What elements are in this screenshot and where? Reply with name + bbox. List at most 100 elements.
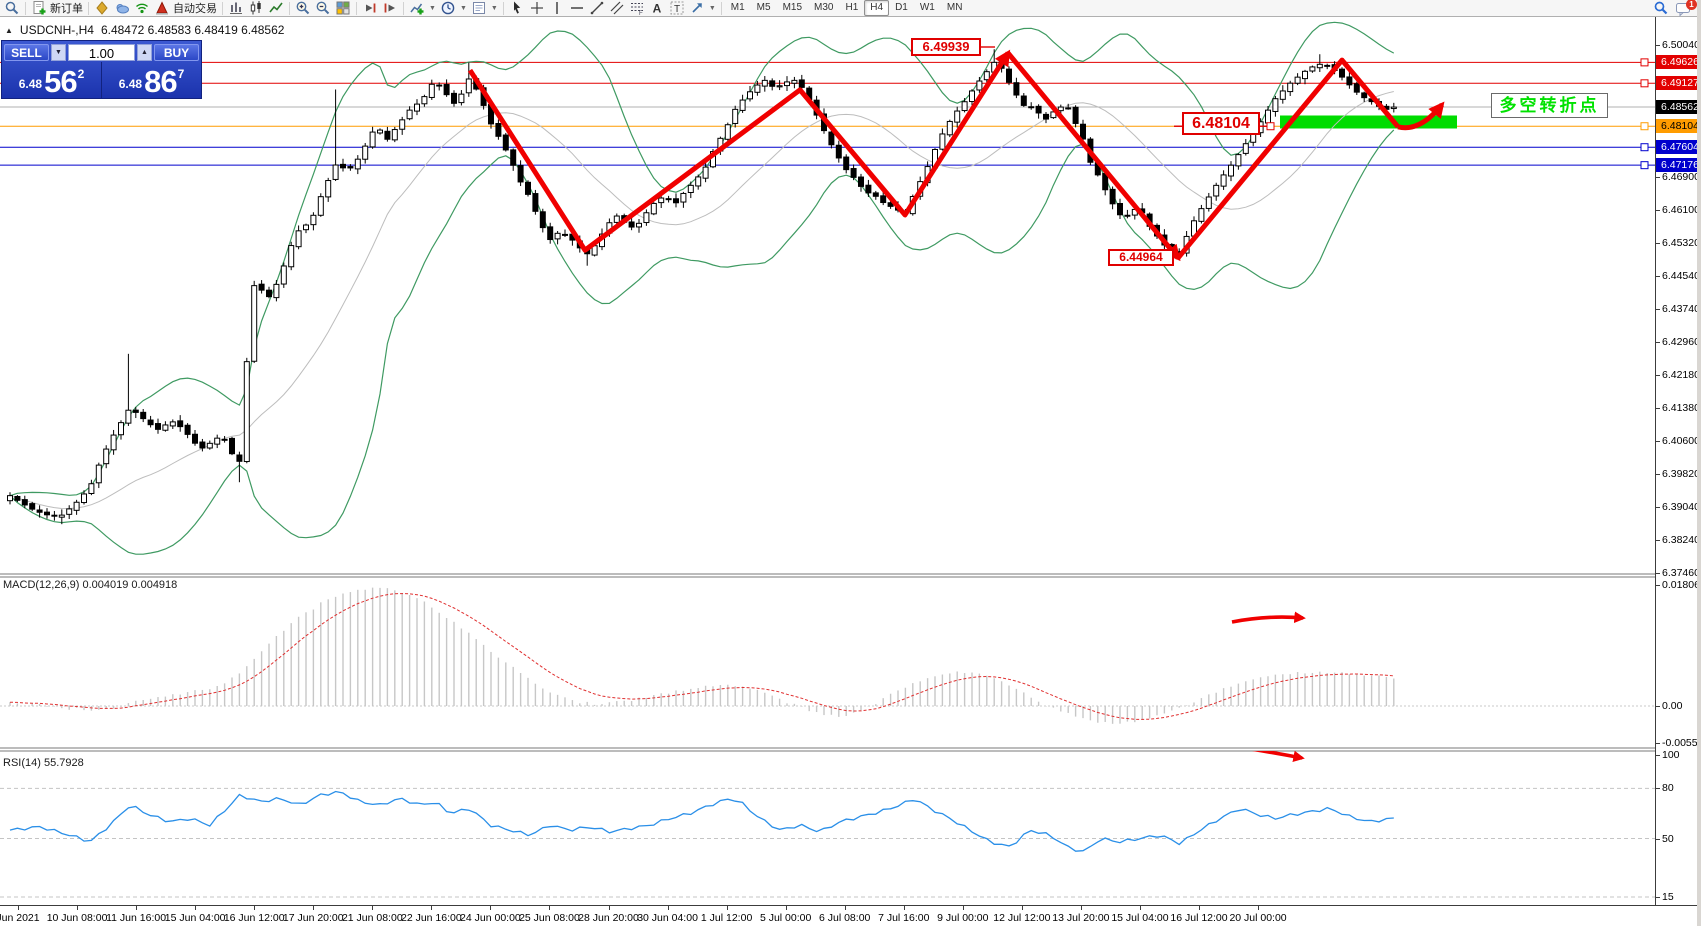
volume-decrease-button[interactable]: ▼ [51,44,66,61]
candle-chart-button[interactable] [246,1,266,16]
buy-button[interactable]: BUY [154,44,199,61]
macd-arrow-annotation[interactable] [1232,617,1303,622]
toolbar-separator [503,2,504,15]
time-tick-label: 9 Jul 00:00 [937,912,988,924]
line-chart-button[interactable] [266,1,286,16]
rsi-indicator-label: RSI(14) 55.7928 [3,757,84,769]
signals-button[interactable] [132,1,152,16]
price-tick-label: 6.46100 [1662,204,1700,216]
zoom-in-button[interactable] [293,1,313,16]
periods-button[interactable]: ▼ [438,1,469,16]
toolbar-separator [222,2,223,15]
axis-tick [254,906,255,910]
chart-shift-icon [382,0,398,16]
tile-windows-button[interactable] [333,1,353,16]
fibo-button[interactable]: F [627,1,647,16]
axis-tick [1656,585,1660,586]
timeframe-m30-button[interactable]: M30 [808,0,839,16]
text-button[interactable]: A [647,1,667,16]
cursor-button[interactable] [507,1,527,16]
collapse-icon[interactable]: ▲ [5,26,13,35]
buy-price[interactable]: 6.48 86 7 [101,62,201,98]
main-pane[interactable] [0,22,1655,554]
macd-tick-label: 0.01806 [1662,579,1700,591]
chevron-down-icon[interactable]: ▼ [460,5,467,12]
timeframe-d1-button[interactable]: D1 [889,0,914,16]
time-tick-label: 24 Jun 00:00 [460,912,521,924]
hline-button[interactable] [567,1,587,16]
chevron-down-icon[interactable]: ▼ [709,5,716,12]
buy-price-big: 86 [144,69,176,95]
highlight-button[interactable] [92,1,112,16]
axis-tick [609,906,610,910]
clock-icon [440,0,456,16]
low-price-label[interactable]: 6.44964 [1108,249,1174,266]
price-tick-label: 6.43740 [1662,303,1700,315]
timeframe-h4-button[interactable]: H4 [864,0,889,16]
chat-button[interactable]: 1 [1675,1,1695,16]
toolbar-right: 1 [1651,1,1699,16]
search-icon[interactable] [2,1,22,16]
chart-shift-button[interactable] [380,1,400,16]
crosshair-button[interactable] [527,1,547,16]
high-price-label[interactable]: 6.49939 [911,38,981,56]
indicators-button[interactable]: ▼ [407,1,438,16]
axis-tick [195,906,196,910]
macd-pane[interactable] [0,588,1655,724]
time-tick-label: 16 Jul 12:00 [1170,912,1227,924]
time-tick-label: 11 Jun 16:00 [106,912,166,924]
price-tick-label: 6.45320 [1662,237,1700,249]
bollinger-bands [10,22,1394,554]
chevron-down-icon[interactable]: ▼ [429,5,436,12]
price-tick-label: 6.42180 [1662,369,1700,381]
axis-tick [1656,540,1660,541]
auto-scroll-button[interactable] [360,1,380,16]
axis-tick [1656,276,1660,277]
vline-icon [549,0,565,16]
timeframe-h1-button[interactable]: H1 [839,0,864,16]
search-icon-button[interactable] [1651,1,1671,16]
blue-cloud-icon [114,0,130,16]
axis-tick [1656,573,1660,574]
zoom-out-button[interactable] [313,1,333,16]
timeframe-m5-button[interactable]: M5 [751,0,777,16]
turning-point-label[interactable]: 多空转折点 [1491,93,1608,118]
sell-button[interactable]: SELL [4,44,49,61]
autotrade-button[interactable]: 自动交易 [152,1,219,16]
axis-tick [1656,755,1660,756]
rsi-pane[interactable] [0,744,1655,897]
chart-area[interactable]: ▲ USDCNH-,H4 6.48472 6.48583 6.48419 6.4… [0,17,1701,943]
timeframe-m15-button[interactable]: M15 [777,0,808,16]
trendline-button[interactable] [587,1,607,16]
price-chart-canvas[interactable] [0,17,1655,905]
timeframe-w1-button[interactable]: W1 [914,0,941,16]
sell-price[interactable]: 6.48 56 2 [2,62,101,98]
chevron-down-icon[interactable]: ▼ [491,5,498,12]
label-button[interactable]: T [667,1,687,16]
templates-button[interactable]: ▼ [469,1,500,16]
new-order-button[interactable]: 新订单 [29,1,85,16]
time-axis[interactable]: Jun 202110 Jun 08:0011 Jun 16:0015 Jun 0… [0,905,1701,943]
price-tick-label: 6.42960 [1662,336,1700,348]
timeframe-m1-button[interactable]: M1 [725,0,751,16]
vline-button[interactable] [547,1,567,16]
axis-tick [1656,788,1660,789]
axis-tick [668,906,669,910]
price-tick-label: 6.38240 [1662,534,1700,546]
volume-increase-button[interactable]: ▲ [137,44,152,61]
price-tick-label: 6.44540 [1662,270,1700,282]
market-watch-button[interactable] [112,1,132,16]
price-axis[interactable]: 6.500406.469006.461006.453206.445406.437… [1655,17,1701,905]
candles-icon [248,0,264,16]
volume-input[interactable]: 1.00 [68,44,135,61]
level-price-label[interactable]: 6.48104 [1182,112,1260,135]
channel-button[interactable] [607,1,627,16]
bar-chart-button[interactable] [226,1,246,16]
channel-icon [609,0,625,16]
timeframe-mn-button[interactable]: MN [941,0,969,16]
axis-tick [1656,408,1660,409]
green-signal-icon [134,0,150,16]
time-tick-label: Jun 2021 [0,912,40,924]
shapes-button[interactable]: ▼ [687,1,718,16]
price-badge: 6.47604 [1656,140,1701,154]
